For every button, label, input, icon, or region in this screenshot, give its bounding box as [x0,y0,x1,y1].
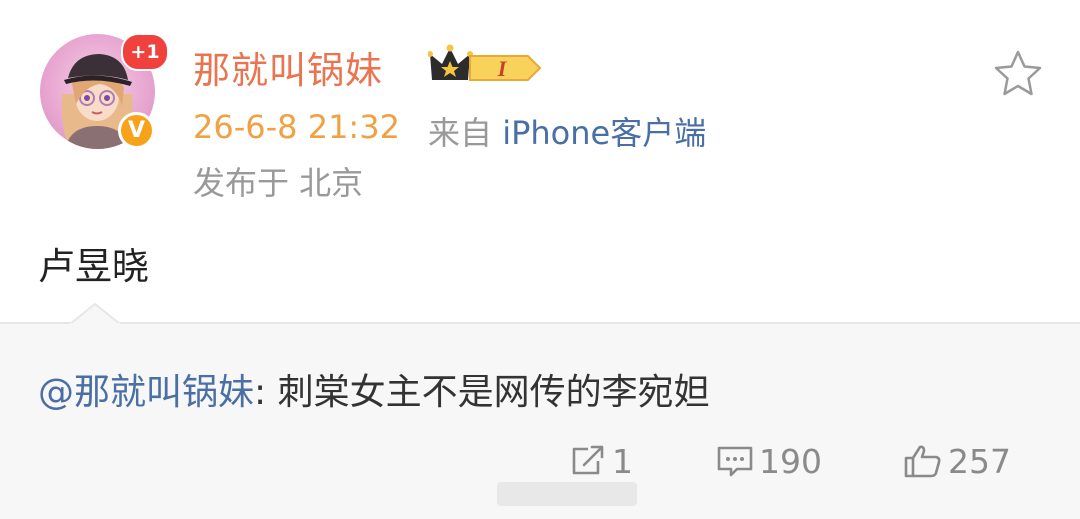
repost-separator: : [254,372,278,413]
thumbs-up-icon [904,445,941,478]
post-card: +1 V 那就叫锅妹 I 26-6-8 21:32 来自 iPhone客户端 发… [0,0,1080,322]
like-count: 257 [948,441,1011,481]
like-button[interactable]: 257 [902,438,1011,484]
repost-count: 1 [612,441,633,481]
post-location: 发布于 北京 [193,164,364,202]
repost-icon [572,445,604,475]
comment-icon [717,446,753,477]
repost-notch [70,303,120,325]
blurred-watermark [497,482,637,506]
post-timestamp: 26-6-8 21:32 [193,108,400,146]
post-text: 卢昱晓 [38,245,149,288]
comment-button[interactable]: 190 [715,438,822,484]
repost-content: 刺棠女主不是网传的李宛妲 [277,372,710,413]
username[interactable]: 那就叫锅妹 [193,40,383,94]
favorite-star-icon[interactable] [990,48,1046,104]
verified-badge-icon: V [118,112,155,149]
repost-text: @那就叫锅妹: 刺棠女主不是网传的李宛妲 [38,363,710,415]
source-prefix: 来自 [428,114,503,152]
notification-badge: +1 [121,33,169,71]
repost-button[interactable]: 1 [568,438,633,484]
svg-text:I: I [497,56,508,81]
crown-level-badge-icon[interactable]: I [427,42,548,90]
comment-count: 190 [759,441,822,481]
source-client-link[interactable]: iPhone客户端 [502,114,706,152]
action-bar: 1 190 257 [0,438,1080,488]
post-source: 来自 iPhone客户端 [428,108,706,154]
repost-user-mention[interactable]: @那就叫锅妹 [38,372,254,413]
